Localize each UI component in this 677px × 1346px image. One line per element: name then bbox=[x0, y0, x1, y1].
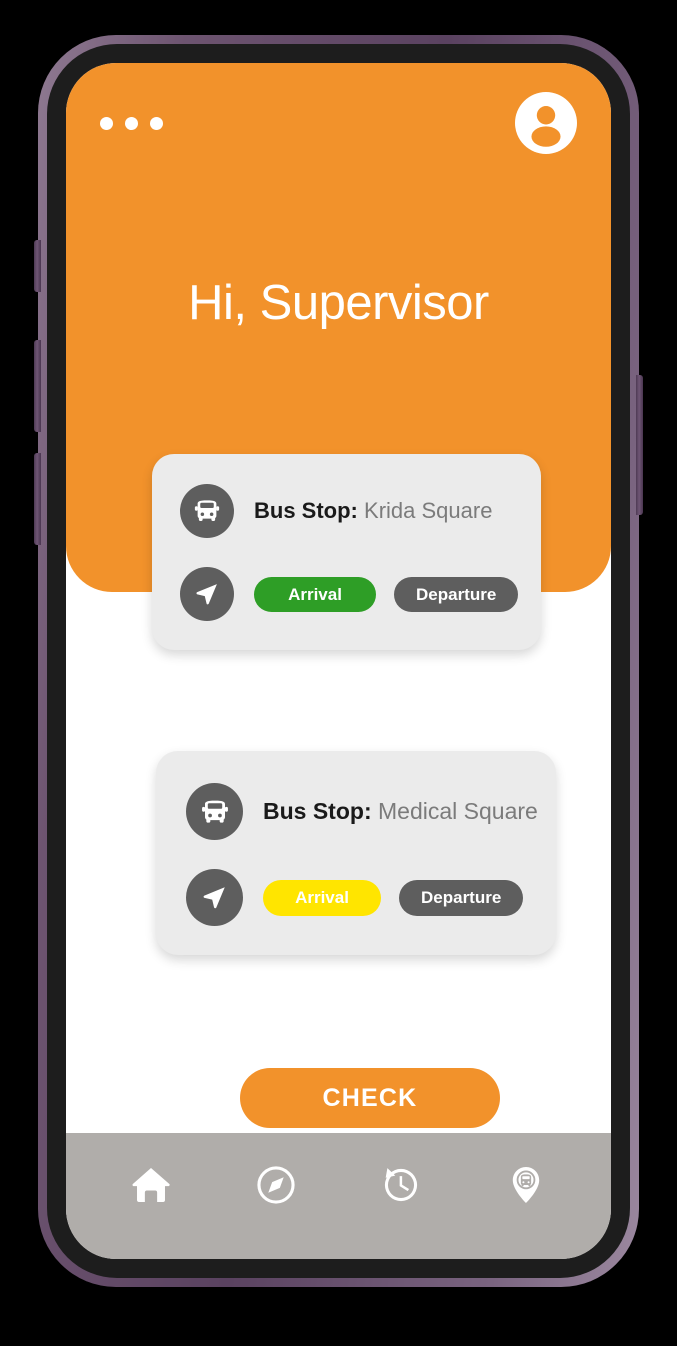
bus-stop-label: Bus Stop: bbox=[263, 798, 372, 824]
bus-stop-value: Krida Square bbox=[364, 498, 493, 523]
bus-stop-title-row: Bus Stop: Medical Square bbox=[186, 783, 538, 840]
phone-screen: Hi, Supervisor Bus Stop: Krida Square Ar… bbox=[66, 63, 611, 1259]
phone-device-frame: Hi, Supervisor Bus Stop: Krida Square Ar… bbox=[34, 35, 643, 1287]
navigation-arrow-icon[interactable] bbox=[180, 567, 234, 621]
nav-item-bus-tracker[interactable] bbox=[495, 1156, 557, 1218]
header-toolbar bbox=[66, 63, 611, 183]
arrival-button[interactable]: Arrival bbox=[254, 576, 376, 612]
page-title: Hi, Supervisor bbox=[188, 276, 489, 330]
bus-stop-card[interactable]: Bus Stop: Krida Square Arrival Departure bbox=[152, 454, 541, 650]
check-button[interactable]: CHECK bbox=[240, 1068, 500, 1128]
bus-stop-value: Medical Square bbox=[378, 798, 538, 824]
bus-icon bbox=[186, 783, 243, 840]
bus-stop-name: Bus Stop: Krida Square bbox=[254, 498, 492, 524]
more-horizontal-icon[interactable] bbox=[100, 116, 163, 130]
history-clock-icon bbox=[378, 1162, 424, 1213]
nav-item-history[interactable] bbox=[370, 1156, 432, 1218]
nav-item-home[interactable] bbox=[120, 1156, 182, 1218]
arrival-button[interactable]: Arrival bbox=[263, 879, 381, 916]
navigation-arrow-icon[interactable] bbox=[186, 869, 243, 926]
menu-dot bbox=[150, 116, 163, 130]
departure-button[interactable]: Departure bbox=[394, 576, 519, 612]
menu-dot bbox=[100, 116, 113, 130]
power-button[interactable] bbox=[636, 375, 643, 515]
volume-up-button[interactable] bbox=[34, 340, 41, 432]
bus-icon bbox=[180, 484, 234, 538]
bus-stop-card[interactable]: Bus Stop: Medical Square Arrival Departu… bbox=[156, 751, 556, 955]
account-circle-icon[interactable] bbox=[515, 92, 577, 154]
nav-item-explore[interactable] bbox=[245, 1156, 307, 1218]
bus-stop-title-row: Bus Stop: Krida Square bbox=[180, 484, 492, 538]
home-icon bbox=[128, 1162, 174, 1213]
silent-switch-button[interactable] bbox=[34, 240, 41, 292]
bottom-navigation-bar bbox=[66, 1133, 611, 1259]
volume-down-button[interactable] bbox=[34, 453, 41, 545]
bus-stop-actions-row: Arrival Departure bbox=[180, 567, 519, 621]
departure-button[interactable]: Departure bbox=[399, 879, 524, 916]
bus-stop-actions-row: Arrival Departure bbox=[186, 869, 524, 926]
menu-dot bbox=[125, 116, 138, 130]
bus-location-pin-icon bbox=[504, 1163, 548, 1212]
compass-icon bbox=[254, 1163, 298, 1212]
bus-stop-name: Bus Stop: Medical Square bbox=[263, 798, 538, 825]
bus-stop-label: Bus Stop: bbox=[254, 498, 358, 523]
